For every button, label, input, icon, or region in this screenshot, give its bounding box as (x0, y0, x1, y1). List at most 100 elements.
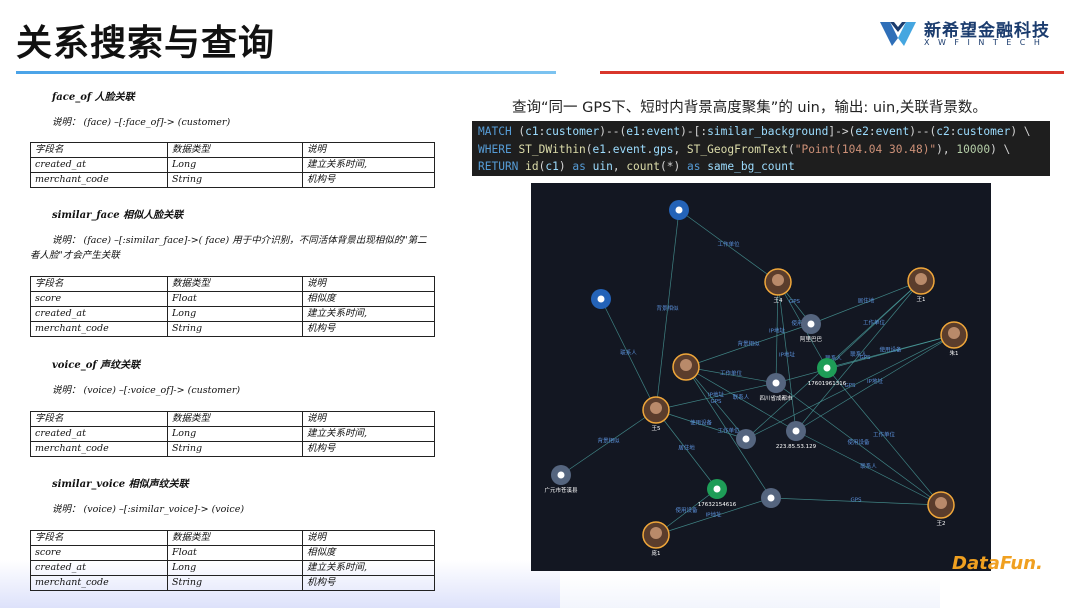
field-table: 字段名 数据类型 说明 score Float 相似度 created_at Long 建立… (30, 276, 435, 337)
table-row: merchant_code String 机构号 (30, 172, 435, 188)
table-cell: String (167, 321, 303, 337)
field-table: 字段名 数据类型 说明 created_at Long 建立关系时间, merchant… (30, 142, 435, 188)
table-row: 字段名 数据类型 说明 (30, 411, 435, 427)
face-icon (650, 527, 662, 539)
table-row: created_at Long 建立关系时间, (30, 157, 435, 173)
table-cell: 建立关系时间, (302, 560, 435, 576)
field-table: 字段名 数据类型 说明 created_at Long 建立关系时间, merchant… (30, 411, 435, 457)
title-rule-blue (16, 71, 556, 74)
table-row: 字段名 数据类型 说明 (30, 530, 435, 546)
relationship-graph[interactable]: 背景相似工作单位联系人GPSIP地址使用设备居住地工作单位联系人GPS使用设备I… (531, 183, 991, 571)
title-rule-red (600, 71, 1064, 74)
edge-label: 使用设备 (675, 506, 698, 514)
table-cell: 字段名 (30, 530, 168, 546)
table-row: merchant_code String 机构号 (30, 321, 435, 337)
table-cell: merchant_code (30, 321, 168, 337)
section-desc: 说明： (voice) –[:similar_voice]-> (voice) (52, 504, 245, 515)
edge-label: IP地址 (779, 351, 795, 359)
table-cell: created_at (30, 306, 168, 322)
node-label: 17632154616 (698, 502, 737, 508)
edge-label: 背景相似 (737, 340, 760, 348)
table-row: merchant_code String 机构号 (30, 441, 435, 457)
edge-label: 联系人 (860, 462, 877, 470)
table-row: created_at Long 建立关系时间, (30, 426, 435, 442)
table-cell: Float (167, 545, 303, 561)
table-cell: merchant_code (30, 575, 168, 591)
section-title: voice_of 声纹关联 (52, 360, 141, 371)
ip-icon (792, 427, 800, 435)
table-cell: Long (167, 157, 303, 173)
table-row: created_at Long 建立关系时间, (30, 306, 435, 322)
section-desc: 说明： (voice) –[:voice_of]-> (customer) (52, 385, 241, 396)
table-row: 字段名 数据类型 说明 (30, 142, 435, 158)
table-cell: 建立关系时间, (302, 306, 435, 322)
table-cell: 相似度 (302, 545, 435, 561)
edge-label: 使用设备 (847, 438, 870, 446)
table-cell: 数据类型 (167, 276, 303, 292)
face-icon (680, 359, 692, 371)
table-cell: 机构号 (302, 441, 435, 457)
table-cell: 字段名 (30, 142, 168, 158)
table-cell: score (30, 291, 168, 307)
table-row: score Float 相似度 (30, 291, 435, 307)
node-label: 四川省成都市 (759, 394, 793, 402)
table-cell: Float (167, 291, 303, 307)
code-line-1: MATCH (c1:customer)--(e1:event)-[:simila… (478, 125, 1031, 138)
table-cell: created_at (30, 157, 168, 173)
node-label: 庞1 (652, 549, 661, 557)
table-cell: 说明 (302, 411, 435, 427)
table-cell: 数据类型 (167, 530, 303, 546)
table-cell: Long (167, 306, 303, 322)
edge-label: IP地址 (706, 511, 722, 519)
edge-label: 工作单位 (720, 369, 743, 377)
section-title: similar_face 相似人脸关联 (52, 210, 184, 221)
table-row: 字段名 数据类型 说明 (30, 276, 435, 292)
code-line-2: WHERE ST_DWithin(e1.event.gps, ST_GeogFr… (478, 142, 1011, 156)
doc-icon (597, 295, 605, 303)
table-row: merchant_code String 机构号 (30, 575, 435, 591)
edge-label: 背景相似 (597, 437, 620, 445)
edge-label: GPS (710, 399, 722, 405)
face-icon (650, 402, 662, 414)
face-icon (948, 327, 960, 339)
doc-icon (675, 206, 683, 214)
loc-icon (557, 471, 565, 479)
table-cell: 机构号 (302, 172, 435, 188)
loc-icon (772, 379, 780, 387)
edge-label: 背景相似 (656, 304, 679, 312)
query-description: 查询“同一 GPS下、短时内背景高度聚集”的 uin，输出: uin,关联背景数… (512, 100, 987, 116)
edge-label: IP地址 (708, 391, 724, 399)
table-cell: 建立关系时间, (302, 157, 435, 173)
edge-label: 工作单位 (863, 319, 886, 327)
node-label: 广元市苍溪县 (544, 486, 578, 494)
device-icon (742, 435, 750, 443)
table-cell: 说明 (302, 142, 435, 158)
brand-logo: 新希望金融科技 XWFINTECH (878, 14, 1068, 54)
edge-label: 联系人 (733, 393, 750, 401)
edge-label: 工作单位 (873, 431, 896, 439)
phone-icon (713, 485, 721, 493)
company-icon (807, 320, 815, 328)
node-label: 王2 (937, 520, 946, 527)
table-cell: String (167, 575, 303, 591)
table-cell: created_at (30, 426, 168, 442)
table-cell: Long (167, 426, 303, 442)
edge-label: GPS (850, 498, 862, 504)
table-row: score Float 相似度 (30, 545, 435, 561)
edge-label: 使用设备 (879, 346, 902, 354)
table-cell: created_at (30, 560, 168, 576)
node-label: 朱1 (950, 349, 959, 357)
table-cell: 数据类型 (167, 142, 303, 158)
table-cell: score (30, 545, 168, 561)
table-cell: String (167, 172, 303, 188)
table-cell: 字段名 (30, 276, 168, 292)
edge-label: 居住地 (858, 297, 875, 305)
edge-label: 工作单位 (717, 427, 740, 435)
table-cell: 建立关系时间, (302, 426, 435, 442)
graph-canvas: 背景相似工作单位联系人GPSIP地址使用设备居住地工作单位联系人GPS使用设备I… (544, 200, 968, 557)
table-cell: 相似度 (302, 291, 435, 307)
node-label: 223.85.53.129 (776, 444, 817, 450)
table-cell: 机构号 (302, 321, 435, 337)
face-icon (915, 273, 927, 285)
node-label: 王5 (652, 425, 662, 432)
